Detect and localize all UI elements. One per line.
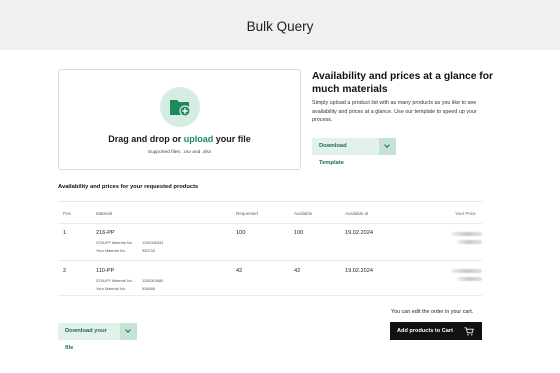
row-requested: 42 <box>236 268 243 274</box>
folder-add-icon <box>170 100 191 117</box>
download-file-label: Download your file <box>65 328 107 351</box>
drop-prefix: Drag and drop or <box>108 134 184 144</box>
row-stauff-label: STAUFF Material No. <box>96 278 133 283</box>
file-dropzone[interactable]: Drag and drop or upload your file Suppor… <box>58 69 301 170</box>
column-header-requested: Requested <box>236 211 258 216</box>
row-pos: 2 <box>63 268 67 274</box>
promo-description: Simply upload a product list with as man… <box>312 100 477 123</box>
column-header-pos: Pos <box>63 211 71 216</box>
row-pos: 1 <box>63 230 67 236</box>
row-stauff-label: STAUFF Material No. <box>96 240 133 245</box>
column-header-material: Material <box>96 211 113 216</box>
row-stauff-no: 1130006333 <box>142 240 164 245</box>
upload-icon-circle <box>160 87 200 127</box>
chevron-down-icon[interactable] <box>379 138 396 155</box>
price-hidden <box>457 277 482 281</box>
price-hidden <box>451 232 482 236</box>
results-title: Availability and prices for your request… <box>58 184 199 190</box>
column-header-your-price: Your Price <box>455 211 476 216</box>
upload-link[interactable]: upload <box>184 134 214 144</box>
page-header: Bulk Query <box>0 0 560 50</box>
header-divider <box>58 223 482 224</box>
results-table: Pos Material Requested Available Availab… <box>58 201 482 296</box>
download-file-button[interactable]: Download your file <box>58 323 137 351</box>
row-divider <box>58 260 482 261</box>
row-your-label: Your Material No. <box>96 286 126 291</box>
add-to-cart-button[interactable]: Add products to Cart <box>390 322 482 340</box>
row-divider <box>58 295 482 296</box>
promo-title: Availability and prices at a glance for … <box>312 71 494 95</box>
cart-note: You can edit the order in your cart. <box>391 309 474 315</box>
row-your-no: 536686 <box>142 286 155 291</box>
drop-instructions: Drag and drop or upload your file <box>59 134 300 144</box>
row-your-no: 935733 <box>142 248 155 253</box>
row-available: 42 <box>294 268 301 274</box>
chevron-down-icon[interactable] <box>120 323 137 340</box>
cart-icon <box>464 326 474 335</box>
row-available: 100 <box>294 230 304 236</box>
price-hidden <box>457 240 482 244</box>
row-available-at: 19.02.2024 <box>345 268 373 274</box>
row-your-label: Your Material No. <box>96 248 126 253</box>
add-to-cart-label: Add products to Cart <box>397 328 453 334</box>
column-header-available: Available <box>294 211 313 216</box>
supported-files-note: Supported files: .csv and .xlsx <box>147 150 212 155</box>
row-requested: 100 <box>236 230 246 236</box>
row-material: 216-PP <box>96 230 115 236</box>
download-template-label: Download Template <box>319 143 347 166</box>
row-material: 110-PP <box>96 268 115 274</box>
row-stauff-no: 1130002680 <box>142 278 164 283</box>
page-title: Bulk Query <box>246 19 314 34</box>
row-available-at: 19.02.2024 <box>345 230 373 236</box>
price-hidden <box>451 269 482 273</box>
drop-suffix: your file <box>213 134 251 144</box>
download-template-button[interactable]: Download Template <box>312 138 396 166</box>
column-header-available-at: Available at <box>345 211 369 216</box>
